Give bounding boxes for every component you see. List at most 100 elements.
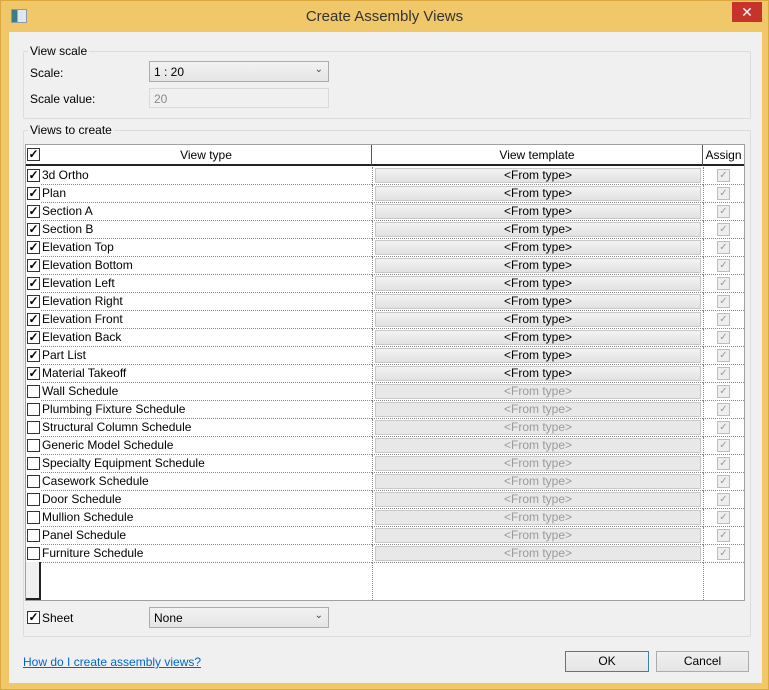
view-template-button[interactable]: <From type> (375, 402, 701, 417)
scale-value-input[interactable]: 20 (149, 88, 329, 108)
view-template-cell: <From type> (372, 203, 703, 221)
row-checkbox[interactable]: ✓ (27, 259, 40, 272)
row-checkbox[interactable] (27, 457, 40, 470)
row-checkbox[interactable]: ✓ (27, 367, 40, 380)
row-checkbox[interactable] (27, 385, 40, 398)
view-template-button[interactable]: <From type> (375, 492, 701, 507)
view-type-cell: Elevation Back (41, 329, 372, 347)
view-template-cell: <From type> (372, 401, 703, 419)
assign-checkbox[interactable]: ✓ (717, 259, 730, 272)
view-type-cell: Door Schedule (41, 491, 372, 509)
assign-cell: ✓ (703, 257, 744, 275)
assign-checkbox[interactable]: ✓ (717, 385, 730, 398)
view-template-button[interactable]: <From type> (375, 420, 701, 435)
select-all-checkbox[interactable]: ✓ (27, 148, 40, 161)
row-checkbox[interactable] (27, 439, 40, 452)
view-scale-label: View scale (28, 44, 90, 58)
column-divider (372, 562, 373, 600)
row-checkbox[interactable]: ✓ (27, 169, 40, 182)
view-template-button[interactable]: <From type> (375, 384, 701, 399)
chevron-down-icon: ⌄ (314, 610, 323, 621)
view-template-cell: <From type> (372, 365, 703, 383)
view-template-button[interactable]: <From type> (375, 168, 701, 183)
assign-checkbox[interactable]: ✓ (717, 529, 730, 542)
view-template-button[interactable]: <From type> (375, 276, 701, 291)
assign-checkbox[interactable]: ✓ (717, 493, 730, 506)
assign-checkbox[interactable]: ✓ (717, 223, 730, 236)
assign-cell: ✓ (703, 455, 744, 473)
assign-checkbox[interactable]: ✓ (717, 421, 730, 434)
assign-checkbox[interactable]: ✓ (717, 313, 730, 326)
row-checkbox[interactable] (27, 529, 40, 542)
sheet-checkbox[interactable]: ✓ (27, 611, 40, 624)
assign-checkbox[interactable]: ✓ (717, 241, 730, 254)
row-checkbox[interactable]: ✓ (27, 223, 40, 236)
view-template-button[interactable]: <From type> (375, 366, 701, 381)
view-type-cell: Part List (41, 347, 372, 365)
row-checkbox[interactable]: ✓ (27, 331, 40, 344)
header-select-all: ✓ (26, 145, 41, 166)
header-view-template[interactable]: View template (372, 145, 703, 166)
row-checkbox[interactable]: ✓ (27, 187, 40, 200)
ok-button[interactable]: OK (565, 651, 649, 672)
assign-checkbox[interactable]: ✓ (717, 205, 730, 218)
view-template-button[interactable]: <From type> (375, 348, 701, 363)
column-divider (703, 562, 704, 600)
view-template-button[interactable]: <From type> (375, 438, 701, 453)
title-bar: Create Assembly Views ✕ (1, 1, 768, 32)
assign-checkbox[interactable]: ✓ (717, 295, 730, 308)
row-checkbox[interactable]: ✓ (27, 295, 40, 308)
row-checkbox[interactable]: ✓ (27, 349, 40, 362)
view-template-button[interactable]: <From type> (375, 510, 701, 525)
view-template-button[interactable]: <From type> (375, 240, 701, 255)
table-row: Panel Schedule <From type> ✓ (26, 527, 744, 545)
views-to-create-label: Views to create (28, 123, 114, 137)
row-checkbox[interactable] (27, 547, 40, 560)
assign-checkbox[interactable]: ✓ (717, 277, 730, 290)
assign-checkbox[interactable]: ✓ (717, 349, 730, 362)
assign-checkbox[interactable]: ✓ (717, 403, 730, 416)
header-assign[interactable]: Assign (703, 145, 744, 166)
table-row: Plumbing Fixture Schedule <From type> ✓ (26, 401, 744, 419)
row-checkbox[interactable] (27, 421, 40, 434)
assign-checkbox[interactable]: ✓ (717, 511, 730, 524)
view-template-button[interactable]: <From type> (375, 204, 701, 219)
sheet-dropdown[interactable]: None ⌄ (149, 607, 329, 628)
help-link[interactable]: How do I create assembly views? (23, 655, 201, 669)
assign-checkbox[interactable]: ✓ (717, 457, 730, 470)
row-select-cell: ✓ (26, 275, 41, 293)
view-template-button[interactable]: <From type> (375, 312, 701, 327)
view-template-button[interactable]: <From type> (375, 546, 701, 561)
view-template-button[interactable]: <From type> (375, 222, 701, 237)
scale-dropdown[interactable]: 1 : 20 ⌄ (149, 61, 329, 82)
row-checkbox[interactable] (27, 493, 40, 506)
view-template-cell: <From type> (372, 347, 703, 365)
view-template-button[interactable]: <From type> (375, 186, 701, 201)
table-row: ✓ Elevation Front <From type> ✓ (26, 311, 744, 329)
assign-checkbox[interactable]: ✓ (717, 169, 730, 182)
view-template-button[interactable]: <From type> (375, 258, 701, 273)
assign-checkbox[interactable]: ✓ (717, 187, 730, 200)
row-checkbox[interactable] (27, 475, 40, 488)
view-template-button[interactable]: <From type> (375, 528, 701, 543)
assign-checkbox[interactable]: ✓ (717, 475, 730, 488)
cancel-button[interactable]: Cancel (656, 651, 749, 672)
row-checkbox[interactable]: ✓ (27, 313, 40, 326)
row-select-cell: ✓ (26, 311, 41, 329)
assign-checkbox[interactable]: ✓ (717, 367, 730, 380)
row-checkbox[interactable]: ✓ (27, 241, 40, 254)
assign-checkbox[interactable]: ✓ (717, 331, 730, 344)
row-checkbox[interactable] (27, 511, 40, 524)
assign-checkbox[interactable]: ✓ (717, 439, 730, 452)
row-checkbox[interactable]: ✓ (27, 277, 40, 290)
close-button[interactable]: ✕ (732, 2, 762, 22)
view-template-button[interactable]: <From type> (375, 474, 701, 489)
header-view-type[interactable]: View type (41, 145, 372, 166)
row-checkbox[interactable] (27, 403, 40, 416)
view-template-button[interactable]: <From type> (375, 294, 701, 309)
assign-checkbox[interactable]: ✓ (717, 547, 730, 560)
row-select-cell (26, 383, 41, 401)
view-template-button[interactable]: <From type> (375, 456, 701, 471)
row-checkbox[interactable]: ✓ (27, 205, 40, 218)
view-template-button[interactable]: <From type> (375, 330, 701, 345)
